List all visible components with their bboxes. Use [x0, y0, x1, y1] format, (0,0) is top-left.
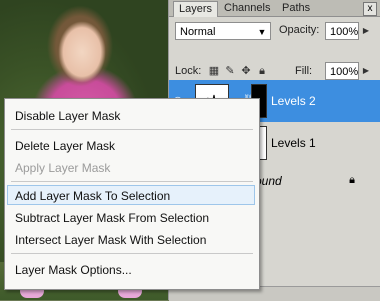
menu-separator	[11, 181, 253, 182]
blend-mode-select[interactable]: Normal ▼	[175, 22, 271, 40]
panel-close-button[interactable]: x	[363, 2, 377, 16]
blend-row: Normal ▼ Opacity: 100% ▶	[169, 18, 380, 42]
blend-mode-value: Normal	[180, 26, 216, 38]
menu-item-disable-layer-mask[interactable]: Disable Layer Mask	[15, 109, 120, 123]
menu-item-add-mask-to-selection[interactable]: Add Layer Mask To Selection	[15, 189, 170, 203]
panel-tab-bar: Layers Channels Paths x	[169, 0, 380, 17]
fill-stepper-icon[interactable]: ▶	[361, 62, 371, 80]
context-menu: Disable Layer Mask Delete Layer Mask App…	[4, 98, 260, 290]
layer-name: Levels 2	[271, 94, 316, 108]
lock-move-icon[interactable]: ✥	[239, 64, 253, 78]
lock-all-icon[interactable]: 🔒︎	[255, 64, 269, 78]
lock-label: Lock:	[175, 65, 202, 77]
menu-separator	[11, 253, 253, 254]
menu-item-subtract-mask-from-selection[interactable]: Subtract Layer Mask From Selection	[15, 211, 209, 225]
layer-name: Levels 1	[271, 136, 316, 150]
opacity-stepper-icon[interactable]: ▶	[361, 22, 371, 40]
menu-separator	[11, 129, 253, 130]
opacity-label: Opacity:	[279, 24, 320, 36]
chevron-down-icon: ▼	[257, 27, 267, 37]
menu-item-apply-layer-mask: Apply Layer Mask	[15, 161, 111, 175]
tab-paths[interactable]: Paths	[277, 1, 315, 16]
menu-item-intersect-mask-with-selection[interactable]: Intersect Layer Mask With Selection	[15, 233, 206, 247]
fill-input[interactable]: 100%	[325, 62, 359, 80]
opacity-input[interactable]: 100%	[325, 22, 359, 40]
menu-item-delete-layer-mask[interactable]: Delete Layer Mask	[15, 139, 115, 153]
lock-icon: 🔒︎	[349, 174, 355, 186]
lock-brush-icon[interactable]: ✎	[223, 64, 237, 78]
menu-item-layer-mask-options[interactable]: Layer Mask Options...	[15, 263, 132, 277]
lock-transparent-icon[interactable]: ▦	[207, 64, 221, 78]
tab-channels[interactable]: Channels	[219, 1, 275, 16]
fill-label: Fill:	[295, 65, 313, 77]
tab-layers[interactable]: Layers	[173, 1, 219, 17]
lock-row: Lock: ▦ ✎ ✥ 🔒︎ Fill: 100% ▶	[169, 60, 380, 82]
